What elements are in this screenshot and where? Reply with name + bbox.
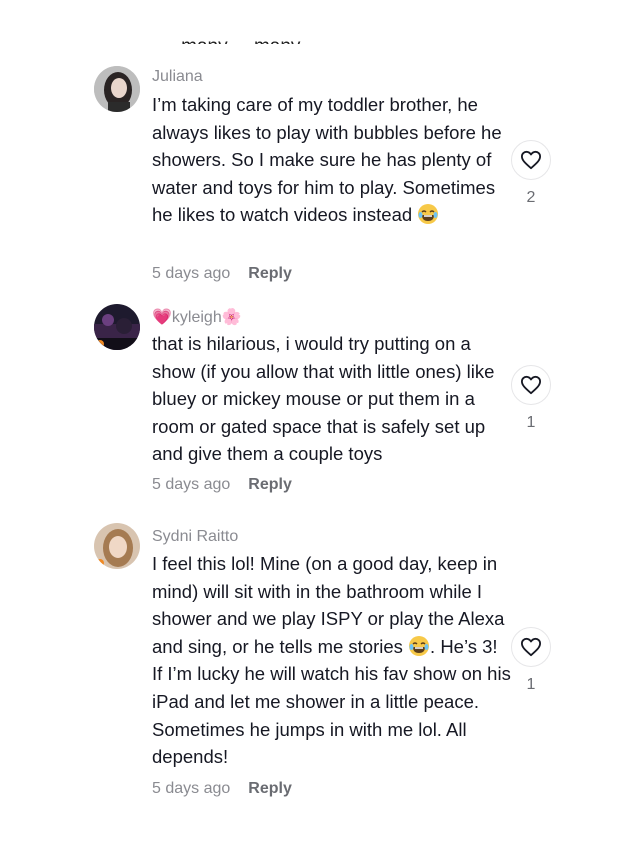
like-count: 1 xyxy=(526,414,536,431)
comment-username[interactable]: Sydni Raitto xyxy=(152,528,238,546)
avatar-image xyxy=(94,66,140,112)
avatar-image xyxy=(94,304,140,350)
laughing-emoji xyxy=(408,635,430,657)
flower-emoji: 🌸 xyxy=(221,309,242,326)
reply-button[interactable]: Reply xyxy=(248,476,292,493)
previous-comment-text: ... many ... many ... xyxy=(160,36,310,44)
heart-outline-icon xyxy=(521,637,541,657)
like-count: 1 xyxy=(526,676,536,693)
comment-username[interactable]: Juliana xyxy=(152,68,203,86)
laughing-emoji xyxy=(417,203,439,225)
avatar[interactable] xyxy=(94,523,140,569)
comment-username[interactable]: 💗kyleigh🌸 xyxy=(152,307,242,327)
comment-text: that is hilarious, i would try putting o… xyxy=(152,333,495,465)
comment-meta: 5 days ago Reply xyxy=(152,780,292,798)
like-button[interactable] xyxy=(511,365,551,405)
comment-meta: 5 days ago Reply xyxy=(152,265,292,283)
heart-outline-icon xyxy=(521,150,541,170)
like-count: 2 xyxy=(526,189,536,206)
previous-comment-fragment: ... many ... many ... xyxy=(160,28,310,44)
username-text: kyleigh xyxy=(171,309,222,326)
heart-outline-icon xyxy=(521,375,541,395)
reply-button[interactable]: Reply xyxy=(248,265,292,282)
like-button[interactable] xyxy=(511,140,551,180)
comment-meta: 5 days ago Reply xyxy=(152,476,292,494)
avatar[interactable] xyxy=(94,66,140,112)
comment-text-part: I’m taking care of my toddler brother, h… xyxy=(152,94,502,226)
avatar[interactable] xyxy=(94,304,140,350)
comment-text: I’m taking care of my toddler brother, h… xyxy=(152,91,512,229)
heart-emoji: 💗 xyxy=(152,309,172,326)
comment-timestamp: 5 days ago xyxy=(152,265,231,282)
comment-timestamp: 5 days ago xyxy=(152,476,231,493)
avatar-image xyxy=(94,523,140,569)
like-button[interactable] xyxy=(511,627,551,667)
comment-timestamp: 5 days ago xyxy=(152,780,231,797)
comment-text: I feel this lol! Mine (on a good day, ke… xyxy=(152,550,512,771)
reply-button[interactable]: Reply xyxy=(248,780,292,797)
